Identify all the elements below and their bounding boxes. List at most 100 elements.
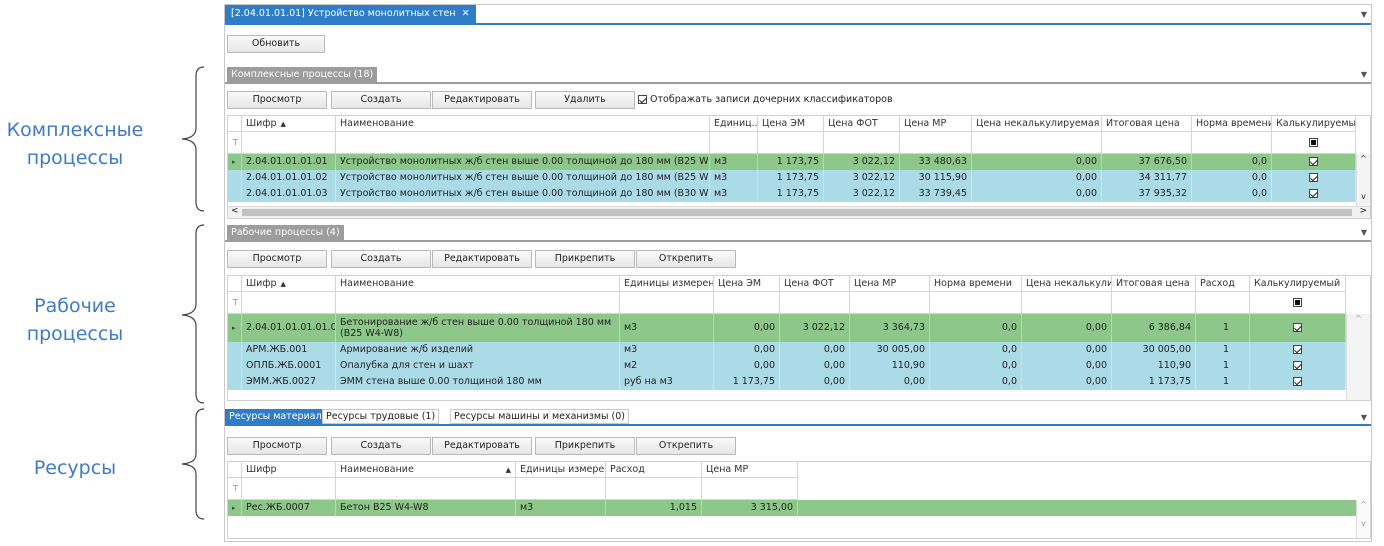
- column-header[interactable]: Цена некалькулируемая: [972, 116, 1102, 132]
- table-row[interactable]: ▸ 2.04.01.01.01.01 Устройство монолитных…: [228, 154, 1370, 170]
- cell-calc[interactable]: [1250, 314, 1346, 342]
- scroll-down-icon[interactable]: v: [1357, 519, 1370, 528]
- close-icon[interactable]: ✕: [462, 8, 470, 19]
- checkbox-icon[interactable]: [1309, 157, 1318, 166]
- table-row[interactable]: ЭММ.ЖБ.0027 ЭММ стена выше 0.00 толщиной…: [228, 374, 1370, 390]
- column-header[interactable]: Итоговая цена: [1112, 276, 1196, 292]
- dropdown-arrow-icon[interactable]: ▼: [1361, 70, 1367, 79]
- cell-calc[interactable]: [1272, 186, 1356, 202]
- filter-cell[interactable]: [336, 478, 516, 500]
- scroll-up-icon[interactable]: ^: [1347, 314, 1370, 323]
- filter-cell[interactable]: [242, 292, 336, 314]
- column-header[interactable]: Шифр: [242, 462, 336, 478]
- vertical-scrollbar[interactable]: ^ v: [1356, 154, 1370, 206]
- column-header[interactable]: Цена ЭМ: [714, 276, 780, 292]
- filter-cell[interactable]: [620, 292, 714, 314]
- tab-resources-machines[interactable]: Ресурсы машины и механизмы (0): [450, 409, 630, 424]
- filter-row[interactable]: ⊤: [228, 478, 1370, 500]
- dropdown-arrow-icon[interactable]: ▼: [1361, 10, 1367, 19]
- filter-cell[interactable]: [1102, 132, 1192, 154]
- checkbox-icon[interactable]: [1293, 323, 1302, 332]
- filter-cell[interactable]: [606, 478, 702, 500]
- checkbox-icon[interactable]: [1293, 377, 1302, 386]
- cell-calc[interactable]: [1250, 342, 1346, 358]
- checkbox-icon[interactable]: [1309, 138, 1318, 147]
- column-header[interactable]: Норма времени: [930, 276, 1022, 292]
- column-header[interactable]: Цена ЭМ: [758, 116, 824, 132]
- table-row[interactable]: АРМ.ЖБ.001 Армирование ж/б изделий м3 0,…: [228, 342, 1370, 358]
- tab-work-processes[interactable]: Рабочие процессы (4): [227, 225, 344, 240]
- scroll-up-icon[interactable]: ^: [1357, 500, 1370, 509]
- column-header[interactable]: Наименование: [336, 116, 710, 132]
- filter-cell[interactable]: [780, 292, 850, 314]
- scroll-right-icon[interactable]: >: [1359, 206, 1367, 216]
- checkbox-icon[interactable]: [1309, 173, 1318, 182]
- filter-cell[interactable]: [850, 292, 930, 314]
- filter-cell[interactable]: [900, 132, 972, 154]
- filter-cell[interactable]: [336, 292, 620, 314]
- vertical-scrollbar[interactable]: ^: [1346, 314, 1370, 400]
- scroll-up-icon[interactable]: ^: [1357, 154, 1370, 164]
- filter-cell[interactable]: [702, 478, 798, 500]
- filter-cell[interactable]: [1022, 292, 1112, 314]
- work-create-button[interactable]: Создать: [331, 250, 431, 268]
- filter-cell[interactable]: [242, 132, 336, 154]
- work-attach-button[interactable]: Прикрепить: [535, 250, 635, 268]
- column-header[interactable]: Цена МР: [850, 276, 930, 292]
- table-row[interactable]: ▸ 2.04.01.01.01.01.01 Бетонирование ж/б …: [228, 314, 1370, 342]
- dropdown-arrow-icon[interactable]: ▼: [1361, 413, 1367, 422]
- filter-icon[interactable]: ⊤: [228, 478, 242, 500]
- complex-delete-button[interactable]: Удалить: [535, 91, 635, 109]
- column-header[interactable]: Норма времени: [1192, 116, 1272, 132]
- column-header[interactable]: Цена МР: [900, 116, 972, 132]
- column-header[interactable]: Калькулируемый: [1250, 276, 1346, 292]
- table-row[interactable]: ОПЛБ.ЖБ.0001 Опалубка для стен и шахт м2…: [228, 358, 1370, 374]
- column-header[interactable]: Цена ФОТ: [824, 116, 900, 132]
- resource-detach-button[interactable]: Открепить: [636, 437, 736, 455]
- column-header[interactable]: Наименование ▲: [336, 462, 516, 478]
- horizontal-scrollbar[interactable]: < >: [228, 206, 1370, 218]
- cell-calc[interactable]: [1272, 170, 1356, 186]
- filter-row[interactable]: ⊤: [228, 132, 1370, 154]
- checkbox-icon[interactable]: [638, 95, 647, 104]
- column-header[interactable]: Единицы измерен...: [516, 462, 606, 478]
- filter-icon[interactable]: ⊤: [228, 132, 242, 154]
- filter-cell[interactable]: [516, 478, 606, 500]
- filter-cell[interactable]: [336, 132, 710, 154]
- dropdown-arrow-icon[interactable]: ▼: [1361, 228, 1367, 237]
- resource-edit-button[interactable]: Редактировать: [432, 437, 532, 455]
- cell-calc[interactable]: [1272, 154, 1356, 170]
- scroll-down-icon[interactable]: v: [1357, 192, 1370, 202]
- column-header[interactable]: Расход: [1196, 276, 1250, 292]
- complex-view-button[interactable]: Просмотр: [227, 91, 327, 109]
- filter-icon[interactable]: ⊤: [228, 292, 242, 314]
- filter-cell[interactable]: [1196, 292, 1250, 314]
- work-edit-button[interactable]: Редактировать: [432, 250, 532, 268]
- column-header[interactable]: Шифр ▲: [242, 116, 336, 132]
- column-header[interactable]: Наименование: [336, 276, 620, 292]
- cell-calc[interactable]: [1250, 358, 1346, 374]
- filter-cell[interactable]: [714, 292, 780, 314]
- tab-complex-processes[interactable]: Комплексные процессы (18): [227, 67, 378, 82]
- filter-cell[interactable]: [758, 132, 824, 154]
- table-row[interactable]: ▸ Рес.ЖБ.0007 Бетон B25 W4-W8 м3 1,015 3…: [228, 500, 1370, 516]
- filter-cell[interactable]: [824, 132, 900, 154]
- work-detach-button[interactable]: Открепить: [636, 250, 736, 268]
- column-header[interactable]: Шифр ▲: [242, 276, 336, 292]
- resource-create-button[interactable]: Создать: [331, 437, 431, 455]
- checkbox-icon[interactable]: [1293, 361, 1302, 370]
- table-row[interactable]: 2.04.01.01.01.03 Устройство монолитных ж…: [228, 186, 1370, 202]
- scroll-thumb[interactable]: [242, 209, 1352, 216]
- filter-cell[interactable]: [1272, 132, 1356, 154]
- filter-cell[interactable]: [1250, 292, 1346, 314]
- vertical-scrollbar[interactable]: ^ v: [1356, 500, 1370, 538]
- document-tab[interactable]: [2.04.01.01.01] Устройство монолитных ст…: [225, 5, 476, 23]
- table-row[interactable]: 2.04.01.01.01.02 Устройство монолитных ж…: [228, 170, 1370, 186]
- cell-calc[interactable]: [1250, 374, 1346, 390]
- column-header[interactable]: Цена ФОТ: [780, 276, 850, 292]
- complex-edit-button[interactable]: Редактировать: [432, 91, 532, 109]
- column-header[interactable]: Единиц...: [710, 116, 758, 132]
- column-header[interactable]: Итоговая цена: [1102, 116, 1192, 132]
- refresh-button[interactable]: Обновить: [227, 35, 325, 53]
- filter-cell[interactable]: [1112, 292, 1196, 314]
